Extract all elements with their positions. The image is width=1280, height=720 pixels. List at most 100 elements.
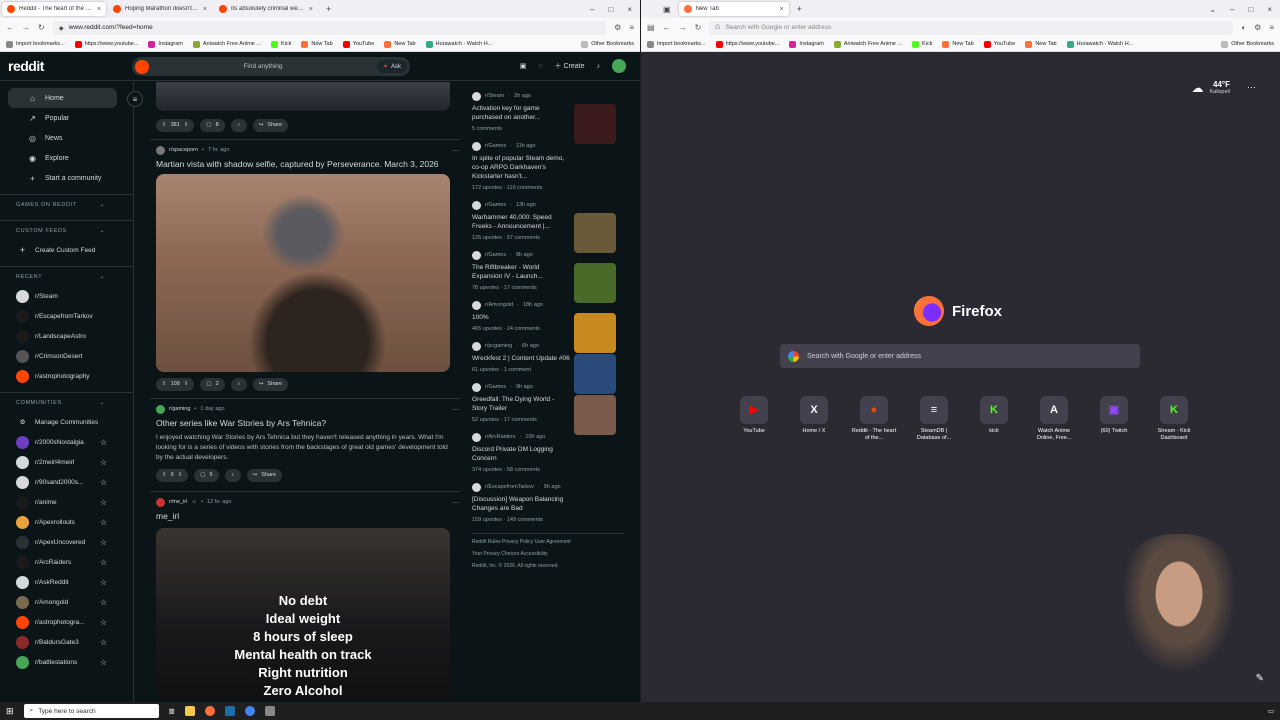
vote-pill[interactable]: ⇧ 381 ⇩ (156, 118, 195, 132)
recent-post[interactable]: r/Steam · 2h ago Activation key for game pu… (472, 90, 624, 144)
close-icon[interactable]: × (97, 6, 101, 13)
recent-post-thumbnail[interactable] (574, 263, 616, 303)
reddit-logo[interactable]: reddit (8, 58, 44, 74)
forward-icon[interactable]: → (22, 23, 30, 32)
more-options-icon[interactable]: ··· (452, 146, 460, 155)
tab-marathon[interactable]: Hoping Marathon doesn't flop × (108, 2, 212, 16)
subreddit-link[interactable]: r/Games (485, 202, 506, 208)
comments-button[interactable]: ▢ 2 (200, 377, 225, 391)
url-bar[interactable]: ◈ www.reddit.com/?feed=home (52, 20, 607, 35)
subreddit-link[interactable]: r/ArcRaiders (485, 434, 516, 440)
recent-community[interactable]: r/LandscapeAstro (0, 326, 133, 346)
subreddit-link[interactable]: r/me_irl (169, 499, 187, 505)
bookmark-youtube[interactable]: YouTube (983, 40, 1015, 48)
menu-icon[interactable]: ≡ (1269, 23, 1274, 32)
recent-community[interactable]: r/Steam (0, 286, 133, 306)
other-bookmarks[interactable]: Other Bookmarks (1221, 40, 1274, 48)
close-window-icon[interactable]: × (627, 5, 632, 14)
community-item[interactable]: r/90sand2000s... ☆ (0, 472, 133, 492)
vote-pill[interactable]: ⇧ 108 ⇩ (156, 377, 195, 391)
recent-post[interactable]: r/Games · 8h ago The Riftbreaker - World Ex… (472, 249, 624, 303)
star-icon[interactable]: ☆ (100, 518, 107, 527)
ask-button[interactable]: ✦ Ask (376, 60, 407, 73)
star-icon[interactable]: ☆ (100, 598, 107, 607)
section-communities[interactable]: COMMUNITIES ⌄ (0, 392, 133, 412)
community-item[interactable]: r/ApexUncovered ☆ (0, 532, 133, 552)
more-options-icon[interactable]: ··· (452, 405, 460, 414)
community-item[interactable]: r/AskReddit ☆ (0, 572, 133, 592)
community-item[interactable]: r/2meirl4meirl ☆ (0, 452, 133, 472)
recent-post[interactable]: r/Games · 11h ago In spite of popular Steam… (472, 140, 624, 191)
notification-icon[interactable]: ▭ (1268, 707, 1274, 715)
windows-start-icon[interactable]: ⊞ (6, 706, 14, 717)
star-icon[interactable]: ☆ (100, 618, 107, 627)
meme-image[interactable]: No debt Ideal weight 8 hours of sleep Menta… (156, 528, 450, 698)
upvote-icon[interactable]: ⇧ (162, 122, 167, 128)
community-item[interactable]: r/ArcRaiders ☆ (0, 552, 133, 572)
bookmark-youtube-url[interactable]: https://www.youtube... (715, 40, 779, 48)
star-icon[interactable]: ☆ (100, 558, 107, 567)
star-icon[interactable]: ☆ (100, 578, 107, 587)
steam-icon[interactable] (224, 706, 235, 716)
tab-list-icon[interactable]: ▣ (663, 5, 671, 14)
sidebar-item-home[interactable]: ⌂ Home (8, 88, 117, 108)
new-tab-icon[interactable]: + (797, 4, 802, 14)
recent-community[interactable]: r/astrophotography (0, 366, 133, 386)
chat-icon[interactable]: ◌ (538, 63, 542, 70)
star-icon[interactable]: ☆ (100, 458, 107, 467)
sidebar-icon[interactable]: ▤ (647, 23, 655, 32)
upvote-icon[interactable]: ⇧ (162, 472, 167, 478)
star-icon[interactable]: ☆ (100, 658, 107, 667)
reload-icon[interactable]: ↻ (695, 23, 702, 32)
section-games[interactable]: GAMES ON REDDIT ⌄ (0, 194, 133, 214)
community-item[interactable]: r/astrophotogra... ☆ (0, 612, 133, 632)
notifications-icon[interactable]: ♪ (597, 63, 601, 70)
list-all-tabs-icon[interactable]: ⌄ (1209, 5, 1216, 14)
new-tab-icon[interactable]: + (326, 4, 331, 14)
more-options-icon[interactable]: ··· (452, 498, 460, 507)
create-button[interactable]: ＋ Create (555, 61, 585, 71)
firefox-taskbar-icon[interactable] (204, 706, 215, 716)
recent-post-title[interactable]: [Discussion] Weapon Balancing Changes ar… (472, 495, 570, 513)
community-item[interactable]: r/BaldursGate3 ☆ (0, 632, 133, 652)
mars-photo[interactable] (156, 174, 450, 372)
recent-post[interactable]: r/ArcRaiders · 10h ago Discord Private DM L… (472, 431, 624, 473)
back-icon[interactable]: ← (663, 23, 671, 32)
recent-post[interactable]: r/Games · 13h ago Warhammer 40,000: Speed F… (472, 199, 624, 253)
sidebar-toggle-icon[interactable]: ≡ (127, 91, 143, 107)
post-card[interactable]: r/me_irl ☺ • 12 hr. ago ··· me_irl No debt Id… (150, 491, 460, 698)
tab-criminal[interactable]: Its absolutely criminal we neve × (214, 2, 318, 16)
minimize-icon[interactable]: – (590, 5, 594, 14)
more-options-icon[interactable]: ··· (1247, 82, 1256, 92)
task-view-icon[interactable]: ▥ (169, 707, 175, 715)
close-icon[interactable]: × (309, 6, 313, 13)
other-bookmarks[interactable]: Other Bookmarks (581, 40, 634, 48)
star-icon[interactable]: ☆ (100, 438, 107, 447)
advertise-icon[interactable]: ▣ (520, 62, 527, 70)
recent-post-title[interactable]: The Riftbreaker - World Expansion IV - L… (472, 263, 570, 281)
recent-post-title[interactable]: Wreckfest 2 | Content Update #06 (472, 354, 570, 363)
ff-search-input[interactable]: Search with Google or enter address (780, 344, 1140, 368)
star-icon[interactable]: ☆ (100, 478, 107, 487)
recent-post-thumbnail[interactable] (574, 213, 616, 253)
star-icon[interactable]: ☆ (100, 498, 107, 507)
bookmark-kick[interactable]: Kick (911, 40, 932, 48)
recent-post-thumbnail[interactable] (574, 104, 616, 144)
bookmark-kick[interactable]: Kick (270, 40, 291, 48)
post-card[interactable]: r/spaceporn • 7 hr. ago ··· Martian vista w… (150, 139, 460, 392)
account-icon[interactable]: ◐ (1241, 23, 1246, 32)
top-site-tile[interactable]: X Home / X (790, 396, 838, 442)
bookmark-youtube[interactable]: YouTube (342, 40, 374, 48)
post-title[interactable]: me_irl (156, 510, 460, 522)
award-button[interactable]: ♁ (230, 377, 247, 391)
maximize-icon[interactable]: □ (608, 5, 613, 14)
weather-widget[interactable]: ☁ 44°F Kalispell (1192, 80, 1230, 95)
bookmark-instagram[interactable]: Instagram (789, 40, 824, 48)
comments-button[interactable]: ▢ 5 (194, 468, 219, 482)
subreddit-link[interactable]: r/Amongold (485, 302, 513, 308)
post-card[interactable]: r/gaming • 1 day ago ··· Other series like … (150, 398, 460, 483)
subreddit-link[interactable]: r/gaming (169, 406, 190, 412)
sidebar-item-popular[interactable]: ↗ Popular (8, 108, 117, 128)
recent-post-thumbnail[interactable] (574, 395, 616, 435)
post-title[interactable]: Martian vista with shadow selfie, captur… (156, 158, 460, 170)
